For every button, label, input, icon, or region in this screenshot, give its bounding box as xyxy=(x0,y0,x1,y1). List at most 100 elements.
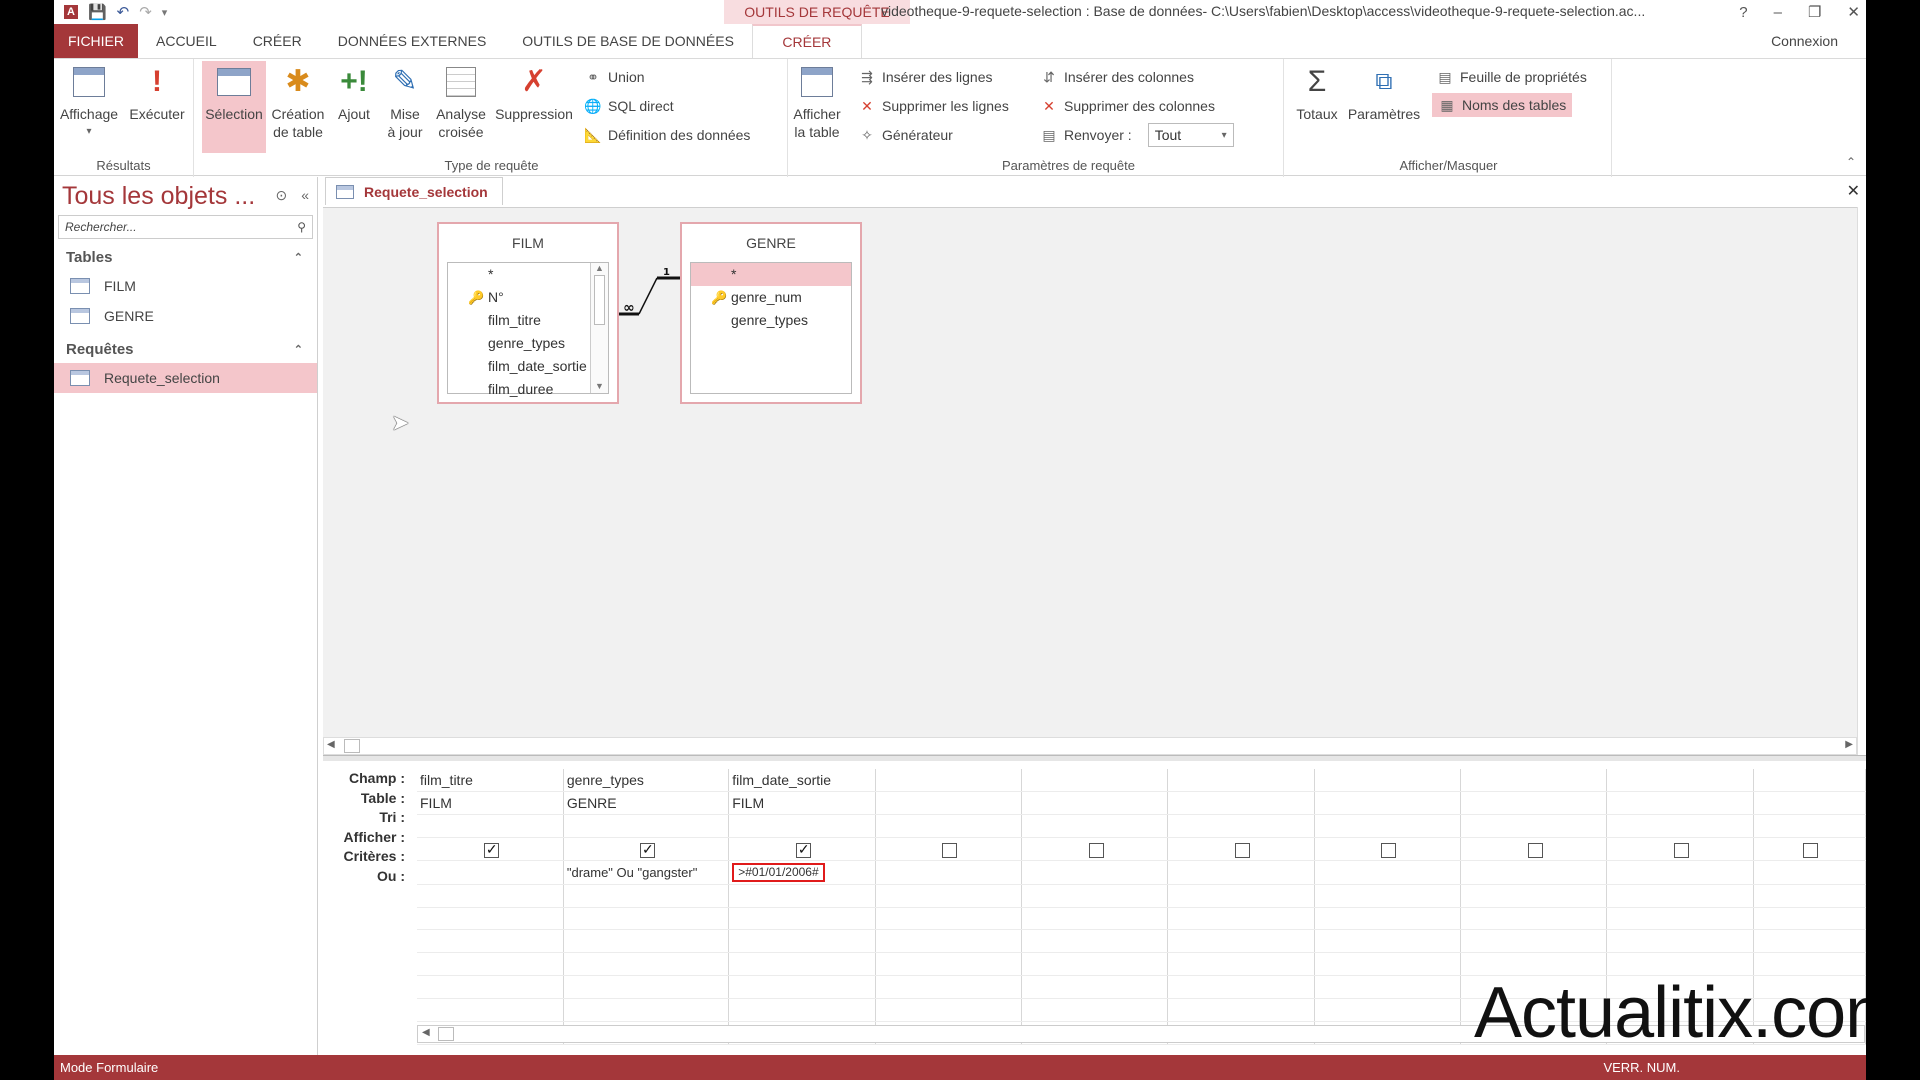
grid-cell-empty[interactable] xyxy=(875,998,1022,1023)
grid-cell-empty[interactable] xyxy=(417,952,564,977)
grid-cell-empty[interactable] xyxy=(563,929,730,954)
return-select[interactable]: Tout ▾ xyxy=(1147,123,1234,147)
grid-cell-empty[interactable] xyxy=(1314,998,1461,1023)
grid-cell-empty[interactable] xyxy=(1460,907,1608,931)
grid-cell-empty[interactable] xyxy=(1606,907,1754,931)
grid-cell-table[interactable]: FILM xyxy=(728,791,876,816)
show-checkbox[interactable] xyxy=(640,841,656,858)
sign-in-link[interactable]: Connexion xyxy=(1771,33,1838,49)
tab-create[interactable]: CRÉER xyxy=(235,24,320,58)
show-checkbox[interactable] xyxy=(483,841,499,858)
insert-rows-button[interactable]: ⇶ Insérer des lignes xyxy=(858,65,992,89)
field-item-key[interactable]: 🔑 genre_num xyxy=(691,286,851,309)
grid-cell-field[interactable] xyxy=(1606,769,1754,793)
design-vertical-scrollbar[interactable] xyxy=(1857,207,1866,755)
grid-cell-empty[interactable] xyxy=(563,907,730,931)
grid-cell-empty[interactable] xyxy=(728,952,876,977)
grid-cell-empty[interactable] xyxy=(1460,929,1608,954)
grid-cell-empty[interactable] xyxy=(1021,907,1169,931)
grid-cell-sort[interactable] xyxy=(1460,814,1608,839)
table-box-film[interactable]: FILM * 🔑 N° film_titre genre_types film_d… xyxy=(437,222,619,404)
grid-cell-empty[interactable] xyxy=(1021,929,1169,954)
crosstab-button[interactable]: Analyse croisée xyxy=(432,61,490,141)
union-button[interactable]: ⚭ Union xyxy=(584,65,644,89)
grid-cell-or[interactable] xyxy=(728,884,876,908)
totals-button[interactable]: Σ Totaux xyxy=(1292,61,1342,123)
nav-section-tables[interactable]: Tables ⌃ xyxy=(54,243,317,271)
tab-query-design[interactable]: CRÉER xyxy=(751,24,862,58)
tab-file[interactable]: FICHIER xyxy=(54,24,138,58)
search-icon[interactable]: ⚲ xyxy=(297,220,306,234)
collapse-section-icon[interactable]: ⌃ xyxy=(294,343,303,356)
scroll-thumb[interactable] xyxy=(594,275,605,325)
builder-button[interactable]: ✧ Générateur xyxy=(858,123,953,147)
minimize-button[interactable]: – xyxy=(1774,4,1782,21)
grid-cell-criteria[interactable]: >#01/01/2006# xyxy=(728,860,876,885)
undo-icon[interactable]: ↶ xyxy=(117,3,130,21)
grid-cell-criteria[interactable]: "drame" Ou "gangster" xyxy=(563,860,730,885)
grid-cell-field[interactable] xyxy=(1460,769,1608,793)
grid-cell-empty[interactable] xyxy=(417,998,564,1023)
grid-cell-criteria[interactable] xyxy=(417,860,564,885)
grid-cell-show[interactable] xyxy=(1021,837,1169,862)
show-checkbox[interactable] xyxy=(795,841,811,858)
nav-item-requete-selection[interactable]: Requete_selection xyxy=(54,363,317,393)
scroll-left-icon[interactable]: ◀ xyxy=(422,1027,430,1038)
nav-item-film[interactable]: FILM xyxy=(54,271,317,301)
grid-cell-or[interactable] xyxy=(1314,884,1461,908)
grid-cell-or[interactable] xyxy=(875,884,1022,908)
delete-query-button[interactable]: ✗ Suppression xyxy=(492,61,576,123)
grid-cell-empty[interactable] xyxy=(1753,907,1866,931)
redo-icon[interactable]: ↷ xyxy=(139,3,152,21)
nav-header[interactable]: Tous les objets ... ⊙ « xyxy=(54,177,317,215)
show-checkbox[interactable] xyxy=(1088,842,1104,858)
pass-through-button[interactable]: 🌐 SQL direct xyxy=(584,94,673,118)
make-table-button[interactable]: ✱ Création de table xyxy=(268,61,328,141)
collapse-section-icon[interactable]: ⌃ xyxy=(294,251,303,264)
grid-cell-show[interactable] xyxy=(1606,837,1754,862)
field-item[interactable]: film_duree xyxy=(448,378,608,401)
scroll-thumb[interactable] xyxy=(438,1027,454,1041)
grid-cell-table[interactable] xyxy=(1167,791,1315,816)
grid-cell-empty[interactable] xyxy=(728,975,876,1000)
grid-cell-table[interactable] xyxy=(1460,791,1608,816)
grid-cell-field[interactable]: film_titre xyxy=(417,769,564,793)
grid-cell-table[interactable] xyxy=(1753,791,1866,816)
grid-cell-empty[interactable] xyxy=(728,929,876,954)
scroll-thumb[interactable] xyxy=(344,739,360,753)
grid-cell-table[interactable] xyxy=(1606,791,1754,816)
nav-collapse-icon[interactable]: « xyxy=(301,187,309,204)
grid-cell-or[interactable] xyxy=(1167,884,1315,908)
field-item[interactable]: genre_types xyxy=(448,332,608,355)
tab-external-data[interactable]: DONNÉES EXTERNES xyxy=(320,24,505,58)
grid-cell-empty[interactable] xyxy=(1314,907,1461,931)
grid-cell-field[interactable] xyxy=(875,769,1022,793)
grid-cell-empty[interactable] xyxy=(417,907,564,931)
document-tab[interactable]: Requete_selection xyxy=(325,177,503,205)
grid-cell-show[interactable] xyxy=(1314,837,1461,862)
grid-cell-or[interactable] xyxy=(1606,884,1754,908)
tab-database-tools[interactable]: OUTILS DE BASE DE DONNÉES xyxy=(504,24,752,58)
nav-item-genre[interactable]: GENRE xyxy=(54,301,317,331)
insert-columns-button[interactable]: ⇵ Insérer des colonnes xyxy=(1040,65,1194,89)
criteria-input-active[interactable]: >#01/01/2006# xyxy=(732,862,825,882)
grid-cell-show[interactable] xyxy=(728,837,876,862)
grid-cell-sort[interactable] xyxy=(1314,814,1461,839)
field-item[interactable]: * xyxy=(448,263,608,286)
field-item-key[interactable]: 🔑 N° xyxy=(448,286,608,309)
grid-cell-criteria[interactable] xyxy=(1753,860,1866,885)
grid-cell-table[interactable] xyxy=(875,791,1022,816)
grid-cell-show[interactable] xyxy=(1753,837,1866,862)
field-list[interactable]: * 🔑 genre_num genre_types xyxy=(690,262,852,394)
property-sheet-button[interactable]: ▤ Feuille de propriétés xyxy=(1436,65,1586,89)
grid-cell-sort[interactable] xyxy=(875,814,1022,839)
show-checkbox[interactable] xyxy=(1803,842,1819,858)
view-button[interactable]: Affichage ▾ xyxy=(56,61,122,141)
delete-columns-button[interactable]: ✕ Supprimer des colonnes xyxy=(1040,94,1215,118)
grid-cell-criteria[interactable] xyxy=(1314,860,1461,885)
update-button[interactable]: ✎ Mise à jour xyxy=(380,61,430,141)
close-button[interactable]: ✕ xyxy=(1847,3,1860,21)
grid-cell-sort[interactable] xyxy=(563,814,730,839)
field-item[interactable]: film_date_sortie xyxy=(448,355,608,378)
grid-cell-empty[interactable] xyxy=(1314,975,1461,1000)
